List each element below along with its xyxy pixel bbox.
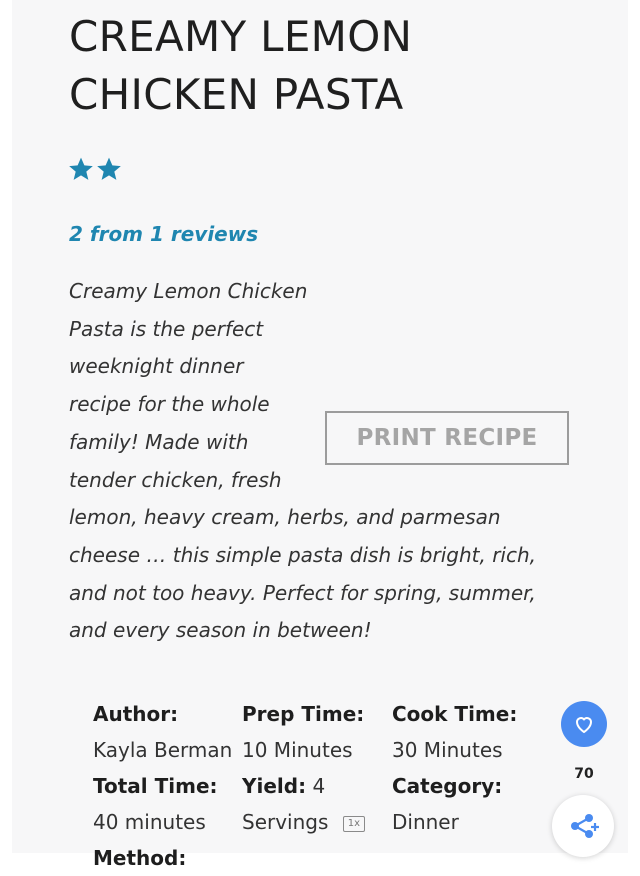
reviews-link[interactable]: 2 from 1 reviews: [69, 222, 258, 246]
meta-yield: Yield: 4 Servings 1x: [242, 768, 387, 840]
prep-time-label: Prep Time:: [242, 702, 365, 726]
summary-line: and not too heavy. Perfect for spring, s…: [69, 580, 536, 605]
meta-prep-time: Prep Time: 10 Minutes: [242, 696, 387, 768]
summary-line: cheese … this simple pasta dish is brigh…: [69, 542, 537, 567]
category-value: Dinner: [392, 810, 459, 834]
meta-total-time: Total Time: 40 minutes: [93, 768, 238, 840]
meta-category: Category: Dinner: [392, 768, 537, 840]
meta-column-2: Prep Time: 10 Minutes Yield: 4 Servings …: [242, 696, 387, 840]
favorite-count: 70: [574, 766, 594, 782]
star-icon[interactable]: [96, 156, 122, 182]
summary-line: tender chicken, fresh: [69, 467, 282, 492]
cook-time-value: 30 Minutes: [392, 738, 503, 762]
recipe-title: CREAMY LEMON CHICKEN PASTA: [69, 12, 413, 119]
method-label: Method:: [93, 846, 187, 870]
author-label: Author:: [93, 702, 179, 726]
cook-time-label: Cook Time:: [392, 702, 518, 726]
meta-method: Method:: [93, 840, 238, 876]
meta-column-1: Author: Kayla Berman Total Time: 40 minu…: [93, 696, 238, 876]
category-label: Category:: [392, 774, 503, 798]
servings-scale-button[interactable]: 1x: [342, 815, 366, 832]
summary-line: lemon, heavy cream, herbs, and parmesan: [69, 505, 501, 530]
meta-author: Author: Kayla Berman: [93, 696, 238, 768]
author-value: Kayla Berman: [93, 738, 233, 762]
star-rating[interactable]: [68, 156, 122, 190]
total-time-value: 40 minutes: [93, 810, 206, 834]
share-button[interactable]: [552, 795, 614, 857]
summary-line: weeknight dinner: [69, 354, 244, 379]
total-time-label: Total Time:: [93, 774, 218, 798]
print-recipe-button[interactable]: PRINT RECIPE: [325, 411, 569, 465]
prep-time-value: 10 Minutes: [242, 738, 353, 762]
summary-line: Pasta is the perfect: [69, 316, 264, 341]
favorite-button[interactable]: [561, 701, 607, 747]
meta-cook-time: Cook Time: 30 Minutes: [392, 696, 537, 768]
meta-column-3: Cook Time: 30 Minutes Category: Dinner: [392, 696, 537, 840]
summary-line: Creamy Lemon Chicken: [69, 279, 308, 303]
summary-line: and every season in between!: [69, 618, 372, 643]
share-plus-icon: [571, 814, 599, 838]
heart-icon: [575, 717, 593, 734]
star-icon[interactable]: [68, 156, 94, 182]
yield-label: Yield:: [242, 774, 307, 798]
